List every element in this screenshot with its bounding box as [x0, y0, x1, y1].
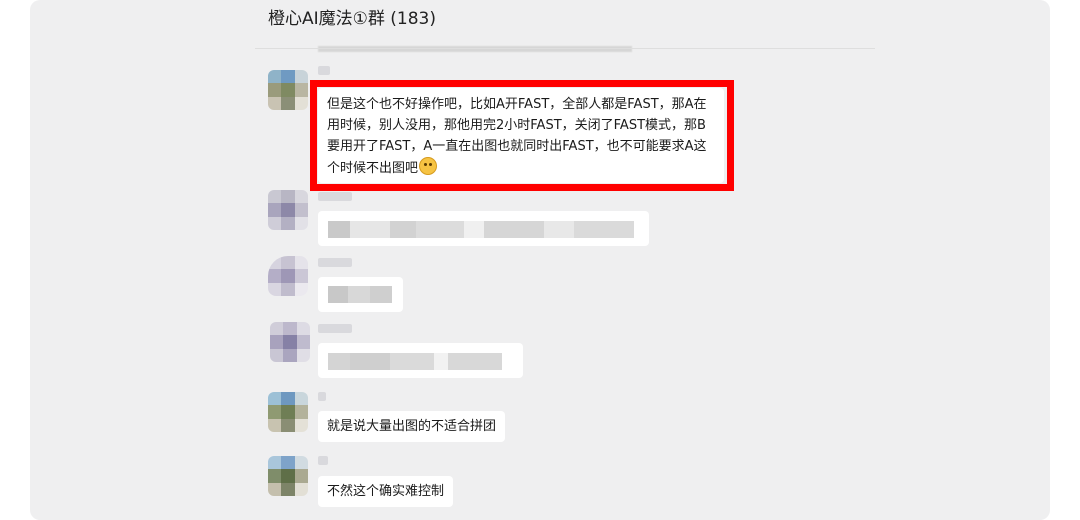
highlight-box: [310, 80, 734, 191]
message-bubble-redacted[interactable]: [318, 343, 523, 378]
message-bubble-redacted[interactable]: [318, 277, 403, 312]
message-text: 不然这个确实难控制: [327, 484, 445, 499]
message-bubble-redacted[interactable]: [318, 211, 649, 246]
chat-panel: [30, 0, 1050, 520]
sender-name-redacted: [318, 192, 352, 201]
sender-name-redacted: [318, 324, 352, 333]
message-bubble[interactable]: 就是说大量出图的不适合拼团: [318, 411, 506, 442]
avatar[interactable]: [268, 70, 308, 110]
avatar[interactable]: [270, 322, 310, 362]
redacted-strip: [318, 46, 632, 52]
header-divider: [255, 48, 875, 49]
avatar[interactable]: [268, 392, 308, 432]
sender-name-redacted: [318, 456, 328, 465]
sender-name-redacted: [318, 66, 330, 75]
avatar[interactable]: [268, 456, 308, 496]
message-text: 就是说大量出图的不适合拼团: [327, 419, 497, 434]
chat-title: 橙心AI魔法①群 (183): [268, 9, 436, 29]
sender-name-redacted: [318, 258, 352, 267]
avatar[interactable]: [268, 256, 308, 296]
message-bubble[interactable]: 不然这个确实难控制: [318, 476, 454, 507]
avatar[interactable]: [268, 190, 308, 230]
sender-name-redacted: [318, 392, 326, 401]
